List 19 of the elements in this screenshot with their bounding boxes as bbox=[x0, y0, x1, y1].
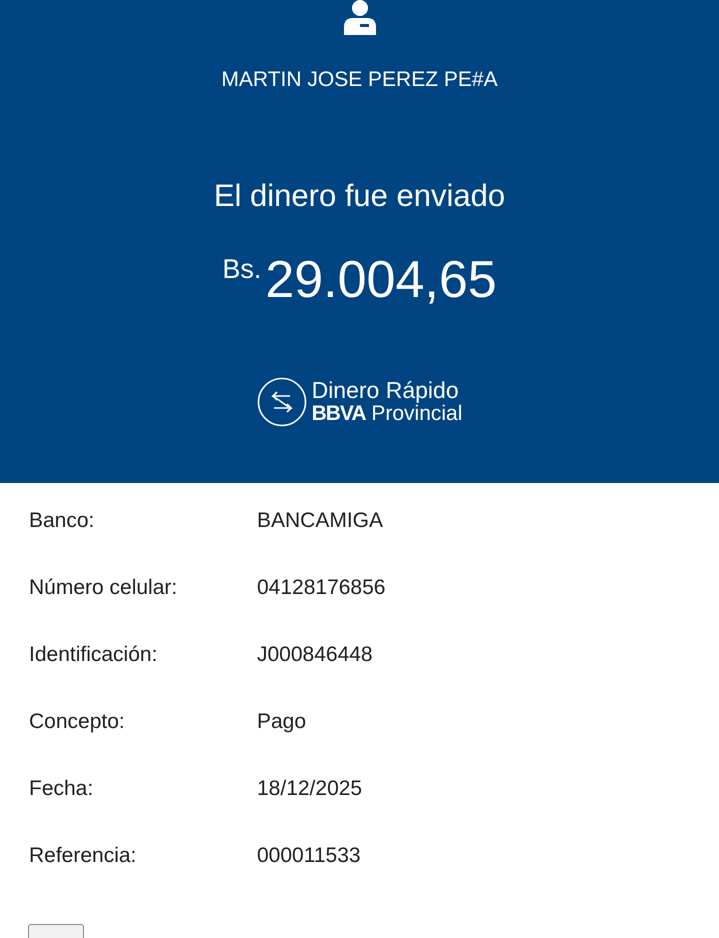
detail-value: BANCAMIGA bbox=[257, 509, 384, 534]
detail-label: Concepto: bbox=[29, 710, 126, 735]
status-title: El dinero fue enviado bbox=[214, 178, 506, 214]
currency-symbol: Bs. bbox=[222, 254, 262, 285]
brand-name: Dinero Rápido bbox=[312, 379, 460, 402]
detail-value: J000846448 bbox=[257, 643, 373, 668]
detail-value: 000011533 bbox=[257, 844, 361, 869]
detail-value: Pago bbox=[257, 710, 306, 735]
amount-value: 29.004,65 bbox=[265, 250, 497, 310]
recipient-name: MARTIN JOSE PEREZ PE#A bbox=[221, 68, 498, 92]
detail-label: Número celular: bbox=[29, 576, 178, 601]
transfer-arrows-icon bbox=[256, 377, 307, 427]
detail-label: Referencia: bbox=[29, 844, 138, 869]
detail-value: 04128176856 bbox=[257, 576, 386, 601]
brand-bank: BBVA Provincial bbox=[312, 402, 462, 425]
detail-label: Banco: bbox=[29, 509, 96, 534]
detail-label: Fecha: bbox=[29, 777, 94, 802]
detail-value: 18/12/2025 bbox=[257, 777, 362, 802]
detail-label: Identificación: bbox=[29, 643, 158, 668]
